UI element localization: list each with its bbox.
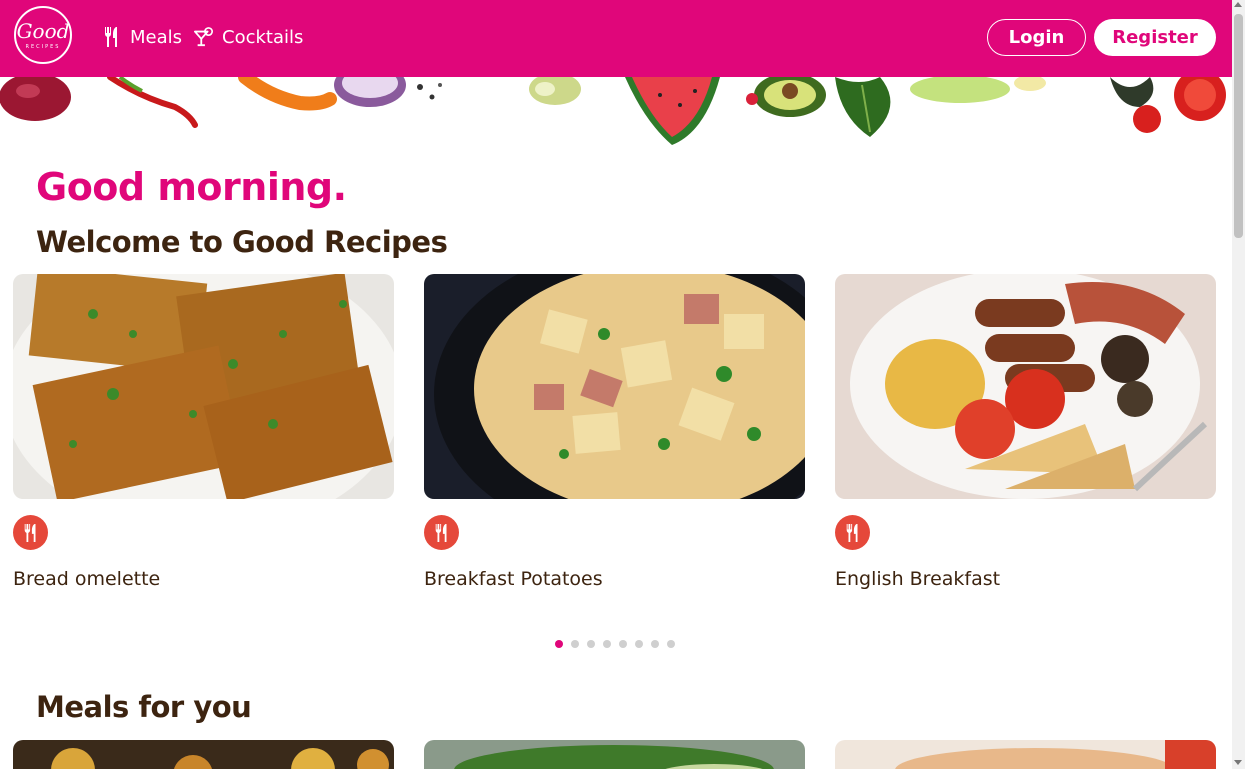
carousel-dot[interactable] <box>635 640 643 648</box>
meal-badge <box>13 515 48 550</box>
carousel-dot[interactable] <box>603 640 611 648</box>
scroll-up-arrow-icon[interactable] <box>1234 2 1242 7</box>
nav-cocktails-link[interactable]: Cocktails <box>194 26 303 48</box>
top-navbar: Good RECIPES Meals Cocktails Login Regis… <box>0 0 1232 77</box>
logo-subtitle: RECIPES <box>25 43 61 50</box>
logo-word: Good <box>16 18 70 43</box>
nav-meals-link[interactable]: Meals <box>102 26 182 48</box>
carousel-dot[interactable] <box>555 640 563 648</box>
meal-badge <box>424 515 459 550</box>
nav-cocktails-label: Cocktails <box>222 26 304 48</box>
recipe-title[interactable]: English Breakfast <box>835 568 1000 590</box>
carousel-dot[interactable] <box>571 640 579 648</box>
carousel-dot[interactable] <box>619 640 627 648</box>
login-button[interactable]: Login <box>987 19 1086 56</box>
recipe-title[interactable]: Breakfast Potatoes <box>424 568 603 590</box>
recipe-card[interactable]: English Breakfast <box>835 274 1216 590</box>
page-scrollbar[interactable] <box>1232 0 1245 769</box>
meal-card-photo[interactable] <box>424 740 805 769</box>
scrollbar-thumb[interactable] <box>1234 14 1243 238</box>
recipe-photo[interactable] <box>835 274 1216 499</box>
meal-badge <box>835 515 870 550</box>
fork-knife-icon <box>24 523 35 542</box>
recipe-photo[interactable] <box>424 274 805 499</box>
vegetables-illustration <box>0 77 1226 145</box>
recipe-card[interactable]: Breakfast Potatoes <box>424 274 805 590</box>
meal-card-photo[interactable] <box>835 740 1216 769</box>
good-recipes-logo[interactable]: Good RECIPES <box>14 6 72 64</box>
carousel-pagination <box>555 640 675 648</box>
cocktail-icon <box>194 27 213 47</box>
nav-meals-label: Meals <box>130 26 183 48</box>
fork-knife-icon <box>105 27 117 47</box>
recipe-photo[interactable] <box>13 274 394 499</box>
fork-knife-icon <box>846 523 857 542</box>
vegetables-banner <box>0 77 1232 149</box>
greeting-heading: Good morning. <box>36 165 347 209</box>
meals-for-you-heading: Meals for you <box>36 690 252 724</box>
carousel-dot[interactable] <box>667 640 675 648</box>
fork-knife-icon <box>435 523 446 542</box>
carousel-dot[interactable] <box>587 640 595 648</box>
recipe-card[interactable]: Bread omelette <box>13 274 394 590</box>
carousel-dot[interactable] <box>651 640 659 648</box>
recipe-title[interactable]: Bread omelette <box>13 568 160 590</box>
scroll-down-arrow-icon[interactable] <box>1234 760 1242 765</box>
register-button[interactable]: Register <box>1094 19 1216 56</box>
welcome-heading: Welcome to Good Recipes <box>36 225 448 259</box>
meal-card-photo[interactable] <box>13 740 394 769</box>
